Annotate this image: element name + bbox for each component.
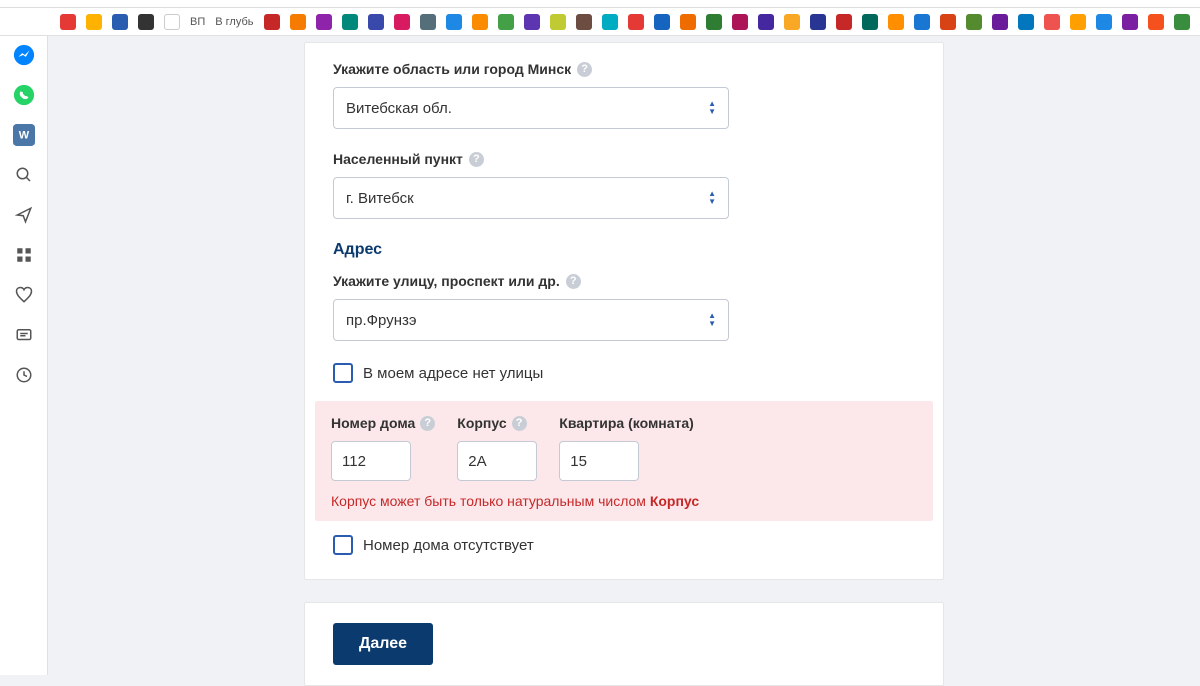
bookmark-icon[interactable]	[420, 14, 436, 30]
locality-select[interactable]: г. Витебск ▲▼	[333, 177, 729, 219]
next-card: Далее	[304, 602, 944, 686]
bookmark-icon[interactable]	[888, 14, 904, 30]
next-button[interactable]: Далее	[333, 623, 433, 665]
no-street-label: В моем адресе нет улицы	[363, 365, 543, 382]
message-icon[interactable]	[11, 322, 37, 348]
chevron-updown-icon: ▲▼	[708, 190, 716, 206]
bookmark-icon[interactable]	[316, 14, 332, 30]
bookmark-icon[interactable]	[550, 14, 566, 30]
no-house-label: Номер дома отсутствует	[363, 537, 534, 554]
bookmark-icon[interactable]	[1122, 14, 1138, 30]
bookmark-icon[interactable]	[914, 14, 930, 30]
corpus-field: Корпус ?	[457, 415, 537, 481]
bookmark-icon[interactable]	[342, 14, 358, 30]
bookmark-icon[interactable]	[732, 14, 748, 30]
bookmarks-bar: ВП В глубь	[0, 8, 1200, 36]
no-street-checkbox-row[interactable]: В моем адресе нет улицы	[333, 363, 915, 383]
bookmark-icon[interactable]	[164, 14, 180, 30]
help-icon[interactable]: ?	[566, 274, 581, 289]
chevron-updown-icon: ▲▼	[708, 312, 716, 328]
bookmark-icon[interactable]	[368, 14, 384, 30]
bookmark-icon[interactable]	[524, 14, 540, 30]
heart-icon[interactable]	[11, 282, 37, 308]
locality-label: Населенный пункт ?	[333, 151, 915, 167]
bookmark-icon[interactable]	[60, 14, 76, 30]
street-select[interactable]: пр.Фрунзэ ▲▼	[333, 299, 729, 341]
no-house-checkbox-row[interactable]: Номер дома отсутствует	[333, 535, 915, 555]
search-icon[interactable]	[11, 162, 37, 188]
left-sidebar: W	[0, 36, 48, 675]
bookmark-icon[interactable]	[394, 14, 410, 30]
bookmark-icon[interactable]	[836, 14, 852, 30]
bookmark-icon[interactable]	[1148, 14, 1164, 30]
page-content: Укажите область или город Минск ? Витебс…	[48, 36, 1200, 675]
bookmark-label[interactable]: ВП	[190, 16, 205, 28]
address-section-title: Адрес	[333, 241, 915, 259]
bookmark-icon[interactable]	[86, 14, 102, 30]
chevron-updown-icon: ▲▼	[708, 100, 716, 116]
apartment-label: Квартира (комната)	[559, 415, 694, 431]
svg-text:W: W	[18, 130, 29, 142]
bookmark-icon[interactable]	[1174, 14, 1190, 30]
bookmark-icon[interactable]	[810, 14, 826, 30]
bookmark-icon[interactable]	[966, 14, 982, 30]
region-label: Укажите область или город Минск ?	[333, 61, 915, 77]
bookmark-icon[interactable]	[138, 14, 154, 30]
corpus-input[interactable]	[457, 441, 537, 481]
bookmark-icon[interactable]	[628, 14, 644, 30]
bookmark-icon[interactable]	[576, 14, 592, 30]
bookmark-icon[interactable]	[758, 14, 774, 30]
help-icon[interactable]: ?	[512, 416, 527, 431]
grid-icon[interactable]	[11, 242, 37, 268]
whatsapp-icon[interactable]	[11, 82, 37, 108]
house-input[interactable]	[331, 441, 411, 481]
apartment-input[interactable]	[559, 441, 639, 481]
bookmark-icon[interactable]	[680, 14, 696, 30]
checkbox-icon	[333, 535, 353, 555]
bookmark-icon[interactable]	[112, 14, 128, 30]
house-field: Номер дома ?	[331, 415, 435, 481]
bookmark-icon[interactable]	[1018, 14, 1034, 30]
bookmark-icon[interactable]	[290, 14, 306, 30]
messenger-icon[interactable]	[11, 42, 37, 68]
region-value: Витебская обл.	[346, 100, 452, 117]
bookmark-icon[interactable]	[862, 14, 878, 30]
bookmark-icon[interactable]	[446, 14, 462, 30]
bookmark-icon[interactable]	[654, 14, 670, 30]
browser-top-bar	[0, 0, 1200, 8]
bookmark-icon[interactable]	[602, 14, 618, 30]
error-message: Корпус может быть только натуральным чис…	[331, 493, 917, 509]
corpus-label: Корпус	[457, 415, 506, 431]
error-block: Номер дома ? Корпус ?	[315, 401, 933, 521]
locality-value: г. Витебск	[346, 190, 414, 207]
locality-label-text: Населенный пункт	[333, 151, 463, 167]
bookmark-icon[interactable]	[1044, 14, 1060, 30]
help-icon[interactable]: ?	[469, 152, 484, 167]
street-label-text: Укажите улицу, проспект или др.	[333, 273, 560, 289]
street-value: пр.Фрунзэ	[346, 312, 417, 329]
street-label: Укажите улицу, проспект или др. ?	[333, 273, 915, 289]
help-icon[interactable]: ?	[420, 416, 435, 431]
bookmark-icon[interactable]	[498, 14, 514, 30]
bookmark-icon[interactable]	[264, 14, 280, 30]
bookmark-icon[interactable]	[784, 14, 800, 30]
region-label-text: Укажите область или город Минск	[333, 61, 571, 77]
bookmark-icon[interactable]	[472, 14, 488, 30]
vk-icon[interactable]: W	[11, 122, 37, 148]
bookmark-icon[interactable]	[992, 14, 1008, 30]
checkbox-icon	[333, 363, 353, 383]
clock-icon[interactable]	[11, 362, 37, 388]
apartment-field: Квартира (комната)	[559, 415, 694, 481]
house-label: Номер дома	[331, 415, 415, 431]
bookmark-icon[interactable]	[1096, 14, 1112, 30]
bookmark-icon[interactable]	[1070, 14, 1086, 30]
send-icon[interactable]	[11, 202, 37, 228]
bookmark-icon[interactable]	[706, 14, 722, 30]
help-icon[interactable]: ?	[577, 62, 592, 77]
bookmark-icon[interactable]	[940, 14, 956, 30]
address-form-card: Укажите область или город Минск ? Витебс…	[304, 42, 944, 580]
region-select[interactable]: Витебская обл. ▲▼	[333, 87, 729, 129]
bookmark-label[interactable]: В глубь	[215, 16, 253, 28]
